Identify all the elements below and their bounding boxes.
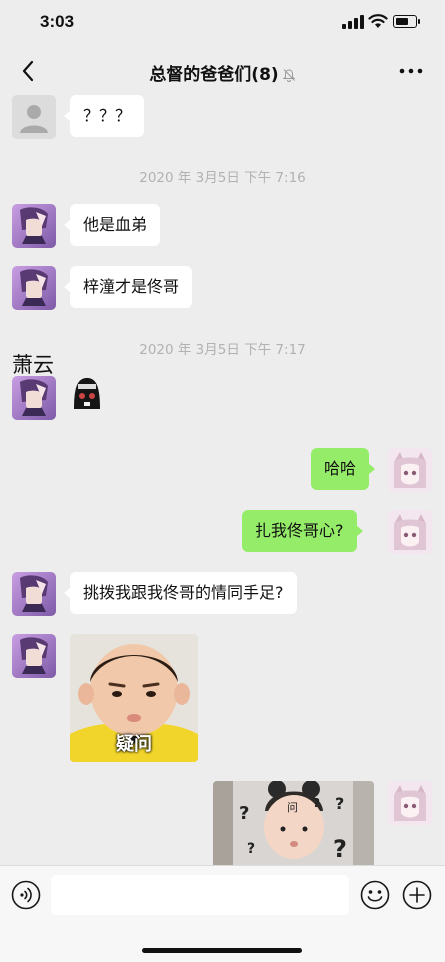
status-time: 3:03 bbox=[40, 12, 75, 31]
timestamp: 2020 年 3月5日 下午 7:16 bbox=[139, 170, 306, 186]
mute-bell-icon bbox=[282, 69, 295, 82]
avatar-default[interactable] bbox=[12, 95, 56, 139]
input-bar bbox=[0, 865, 445, 962]
plus-button[interactable] bbox=[402, 880, 432, 910]
message-bubble[interactable]: 他是血弟 bbox=[63, 204, 161, 246]
message-bubble[interactable]: 扎我佟哥心? bbox=[242, 510, 362, 552]
svg-text:?: ? bbox=[333, 835, 347, 863]
battery-icon bbox=[393, 15, 420, 28]
avatar-anime-boy[interactable] bbox=[12, 376, 56, 420]
avatar-anime-girl[interactable] bbox=[388, 510, 432, 554]
message-bubble[interactable]: 挑拨我跟我佟哥的情同手足? bbox=[64, 572, 297, 614]
avatar-anime-girl[interactable] bbox=[388, 448, 432, 492]
avatar-anime-boy[interactable] bbox=[12, 266, 56, 310]
nav-bar: 总督的爸爸们(8) bbox=[0, 48, 445, 94]
svg-text:?: ? bbox=[247, 841, 255, 857]
question-girl-sticker[interactable]: ? ? ? ? ? 问 bbox=[213, 781, 374, 865]
signal-icon bbox=[342, 15, 364, 29]
plus-icon bbox=[402, 880, 432, 910]
question-kid-sticker[interactable]: 疑问 bbox=[70, 634, 198, 762]
message-bubble[interactable]: 梓潼才是佟哥 bbox=[63, 266, 193, 308]
chat-title: 总督的爸爸们(8) bbox=[0, 60, 445, 85]
voice-icon bbox=[11, 880, 41, 910]
avatar-anime-boy[interactable] bbox=[12, 204, 56, 248]
chat-area[interactable]: ？？？ 2020 年 3月5日 下午 7:16 他是血弟 梓潼才是佟哥 2020… bbox=[0, 94, 445, 865]
wifi-icon bbox=[368, 14, 388, 28]
ninja-sticker[interactable] bbox=[70, 376, 104, 410]
status-bar: 3:03 bbox=[0, 0, 445, 48]
sticker-forehead-text: 问 bbox=[287, 801, 298, 814]
sticker-caption: 疑问 bbox=[116, 734, 152, 755]
emoji-button[interactable] bbox=[360, 880, 390, 910]
timestamp: 2020 年 3月5日 下午 7:17 bbox=[139, 342, 306, 358]
emoji-icon bbox=[360, 880, 390, 910]
more-icon bbox=[399, 68, 423, 74]
svg-text:?: ? bbox=[239, 803, 249, 824]
message-bubble[interactable]: 哈哈 bbox=[311, 448, 376, 490]
voice-button[interactable] bbox=[11, 880, 41, 910]
chat-title-text: 总督的爸爸们(8) bbox=[149, 65, 279, 85]
avatar-anime-boy[interactable] bbox=[12, 572, 56, 616]
message-bubble[interactable]: ？？？ bbox=[63, 95, 145, 137]
sender-name: 萧云 bbox=[12, 353, 54, 377]
more-button[interactable] bbox=[397, 56, 425, 86]
avatar-anime-girl[interactable] bbox=[388, 781, 432, 825]
svg-text:?: ? bbox=[335, 794, 344, 813]
message-input[interactable] bbox=[51, 875, 349, 915]
home-indicator[interactable] bbox=[142, 948, 302, 953]
svg-text:?: ? bbox=[313, 796, 320, 810]
avatar-anime-boy[interactable] bbox=[12, 634, 56, 678]
